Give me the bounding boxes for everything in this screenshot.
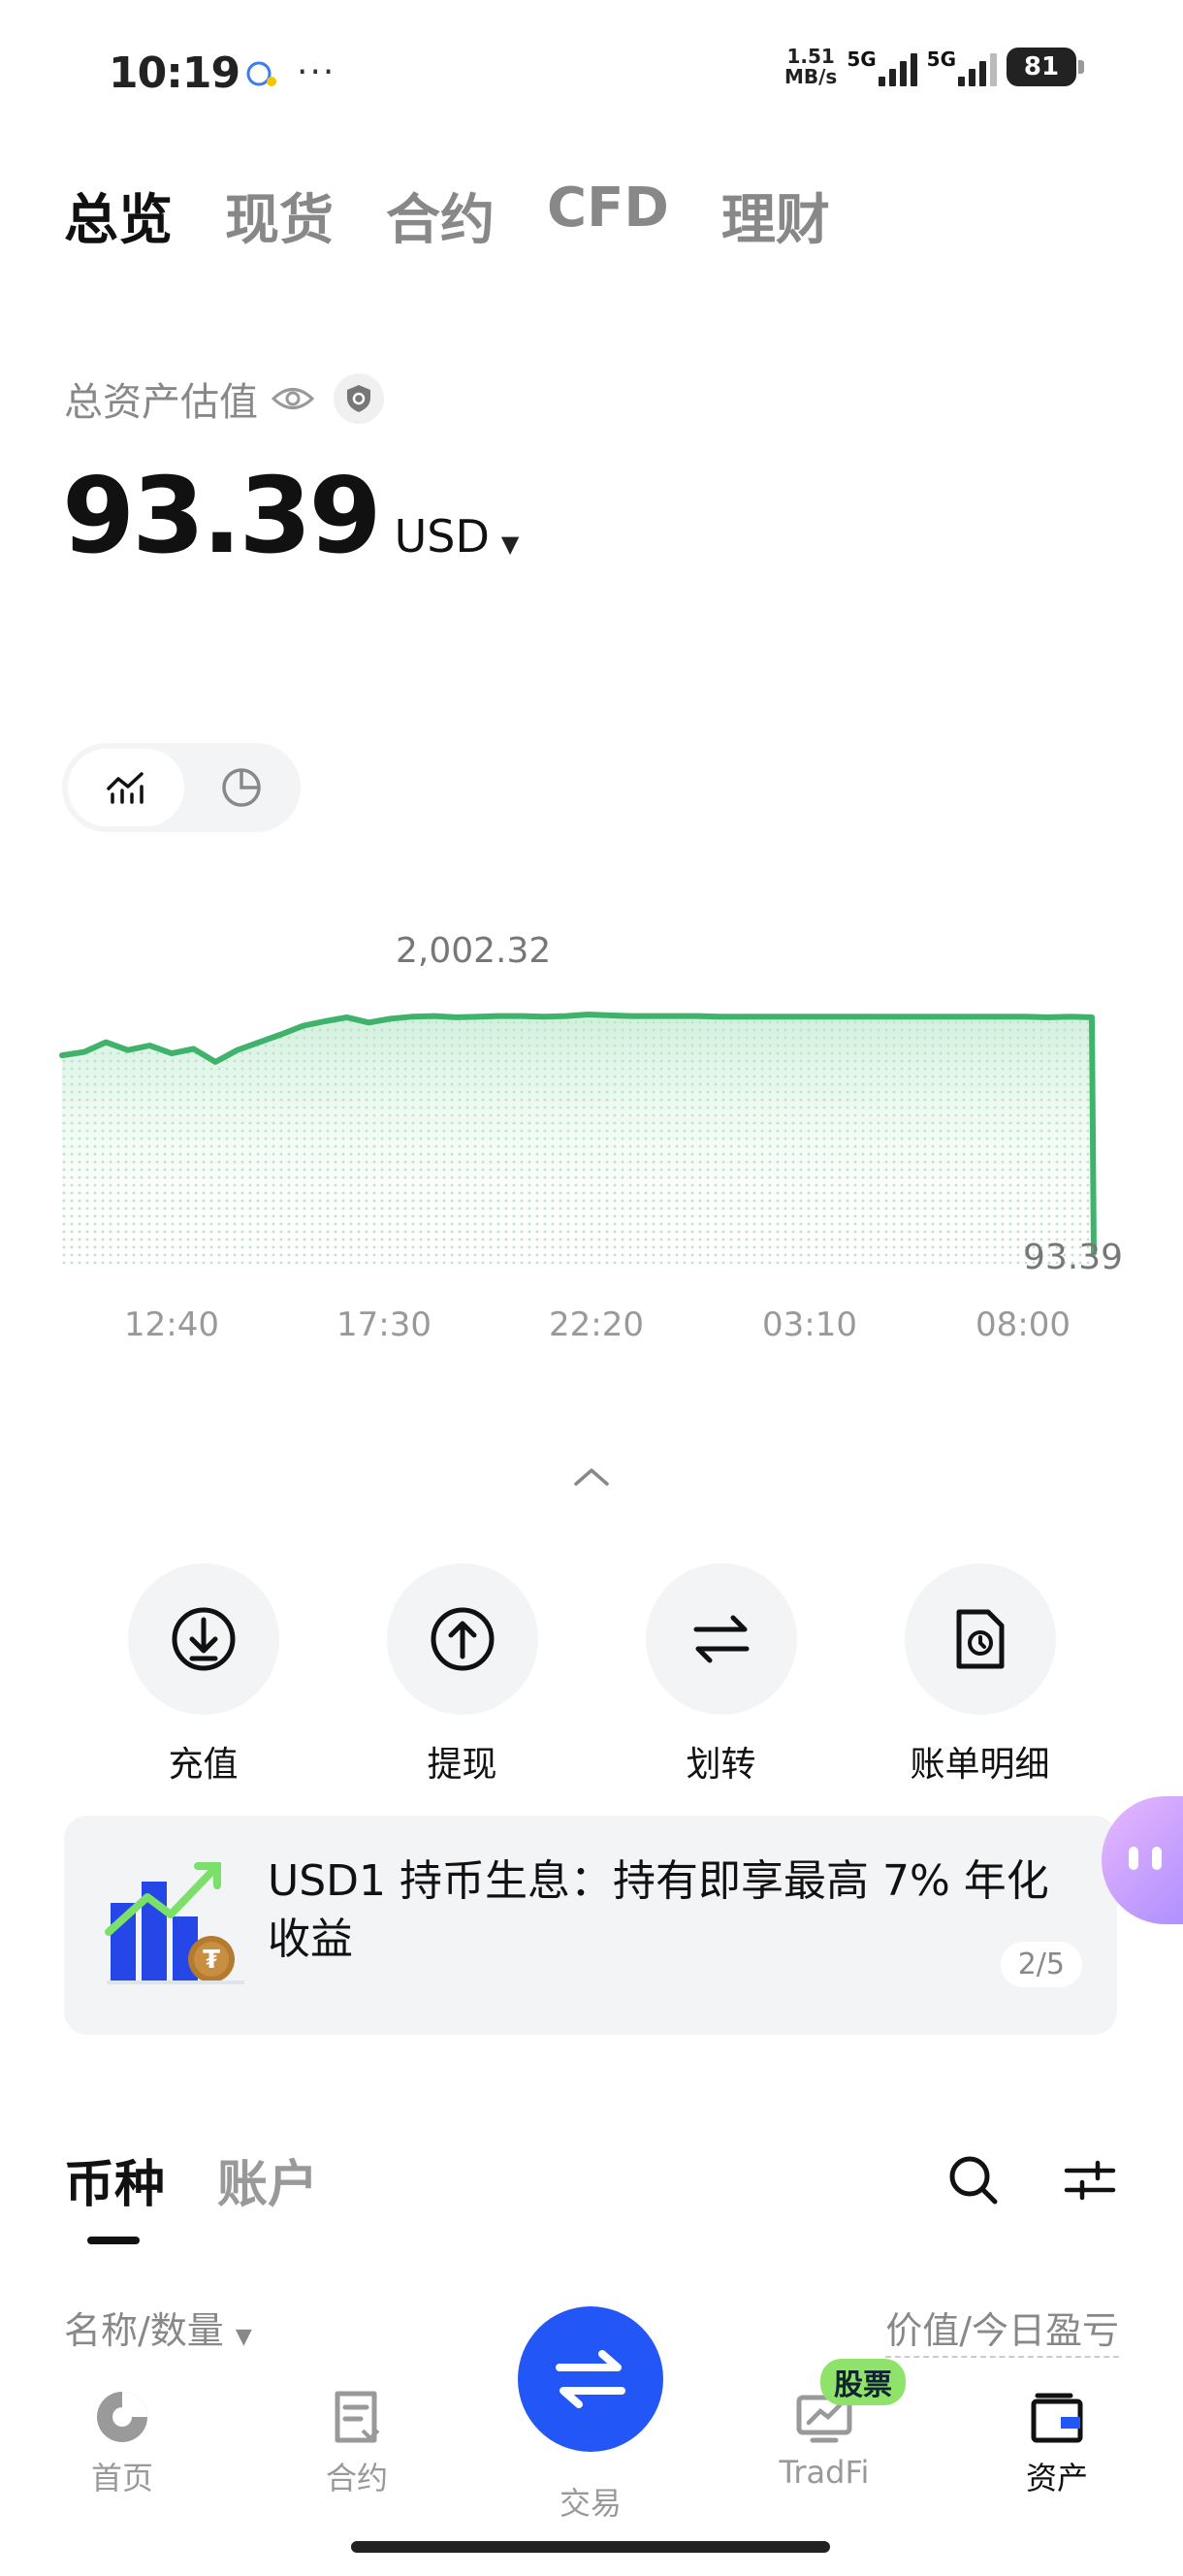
tab-earn[interactable]: 理财 — [721, 177, 830, 255]
earn-chart-illustration-icon: ₮ — [105, 1862, 244, 1984]
asset-list-tabs: 币种 账户 — [64, 2143, 318, 2216]
bill-icon — [956, 1609, 1004, 1669]
asset-line-chart — [59, 1012, 1097, 1265]
tab-contract[interactable]: 合约 — [386, 177, 495, 255]
tab-cfd[interactable]: CFD — [547, 177, 669, 255]
line-chart-icon — [107, 772, 144, 804]
withdraw-icon — [431, 1607, 494, 1671]
chart-peak-label: 2,002.32 — [396, 931, 552, 971]
tab-overview[interactable]: 总览 — [64, 177, 173, 255]
nav-trade-label: 交易 — [559, 2485, 622, 2522]
nav-home[interactable]: 首页 — [45, 2388, 200, 2498]
nav-contract[interactable]: 合约 — [279, 2388, 434, 2498]
transfer-icon — [693, 1615, 749, 1663]
status-more-dots: ··· — [297, 52, 336, 92]
home-indicator[interactable] — [351, 2541, 830, 2553]
stock-badge: 股票 — [820, 2359, 906, 2405]
contract-doc-icon — [335, 2391, 380, 2443]
pie-chart-icon — [222, 768, 261, 807]
total-balance: 93.39 USD ▼ — [62, 456, 519, 577]
deposit-icon — [172, 1607, 235, 1671]
status-time: 10:19 — [109, 48, 240, 98]
tab-accounts[interactable]: 账户 — [217, 2143, 318, 2216]
assistant-eye-left — [1129, 1847, 1138, 1870]
status-right-cluster: 1.51 MB/s 5G 5G 81 — [783, 45, 1084, 88]
chart-area — [62, 1014, 1094, 1265]
message-cloud-icon — [246, 61, 276, 86]
banner-pager: 2/5 — [1000, 1942, 1082, 1987]
promo-banner[interactable]: ₮ USD1 持币生息：持有即享最高 7% 年化收益 2/5 — [64, 1816, 1117, 2035]
currency-selector[interactable]: USD — [395, 510, 490, 563]
tab-spot[interactable]: 现货 — [225, 177, 334, 255]
chevron-up-icon[interactable] — [572, 1465, 611, 1488]
search-icon[interactable] — [946, 2153, 999, 2206]
value-daily-pnl-header[interactable]: 价值/今日盈亏 — [885, 2301, 1119, 2358]
caret-down-icon[interactable]: ▼ — [501, 531, 519, 558]
filter-sliders-icon[interactable] — [1063, 2157, 1117, 2204]
svg-text:₮: ₮ — [203, 1946, 220, 1975]
assistant-eye-right — [1152, 1847, 1162, 1870]
network-speed: 1.51 MB/s — [783, 45, 838, 88]
top-tabs: 总览 现货 合约 CFD 理财 — [64, 177, 830, 255]
withdraw-button[interactable]: 提现 — [375, 1563, 550, 1787]
chart-end-label: 93.39 — [1023, 1238, 1124, 1277]
signal-5g-2: 5G — [927, 48, 997, 86]
shield-icon — [347, 385, 370, 412]
x-tick-1: 12:40 — [124, 1305, 219, 1344]
active-tab-underline — [87, 2237, 140, 2244]
home-icon — [97, 2392, 147, 2442]
line-chart-toggle[interactable] — [68, 749, 184, 826]
eye-icon[interactable] — [272, 384, 314, 413]
quick-actions: 充值 提现 划转 账单明细 — [0, 1563, 1183, 1787]
transfer-button[interactable]: 划转 — [634, 1563, 809, 1787]
nav-assets[interactable]: 资产 — [979, 2388, 1135, 2498]
deposit-button[interactable]: 充值 — [116, 1563, 291, 1787]
wallet-icon — [1031, 2393, 1083, 2443]
x-tick-5: 08:00 — [975, 1305, 1071, 1344]
tab-coins[interactable]: 币种 — [64, 2143, 165, 2216]
balance-value: 93.39 — [62, 456, 382, 577]
bill-details-label: 账单明细 — [910, 1745, 1050, 1785]
x-tick-2: 17:30 — [336, 1305, 432, 1344]
transfer-label: 划转 — [686, 1745, 756, 1785]
trade-swap-icon — [556, 2350, 625, 2408]
chart-type-toggle — [62, 743, 301, 832]
security-shield-button[interactable] — [334, 373, 384, 424]
bill-details-button[interactable]: 账单明细 — [893, 1563, 1068, 1787]
total-asset-label-row: 总资产估值 — [64, 370, 384, 427]
deposit-label: 充值 — [168, 1745, 239, 1785]
total-asset-label: 总资产估值 — [64, 380, 258, 425]
signal-5g-1: 5G — [847, 48, 917, 86]
x-tick-4: 03:10 — [762, 1305, 857, 1344]
battery-icon: 81 — [1007, 48, 1084, 86]
sort-name-quantity[interactable]: 名称/数量 ▼ — [64, 2301, 252, 2354]
x-tick-3: 22:20 — [549, 1305, 644, 1344]
withdraw-label: 提现 — [427, 1745, 497, 1785]
banner-text: USD1 持币生息：持有即享最高 7% 年化收益 — [268, 1856, 1049, 1964]
nav-trade-button[interactable] — [518, 2306, 663, 2452]
pie-chart-toggle[interactable] — [188, 749, 295, 826]
